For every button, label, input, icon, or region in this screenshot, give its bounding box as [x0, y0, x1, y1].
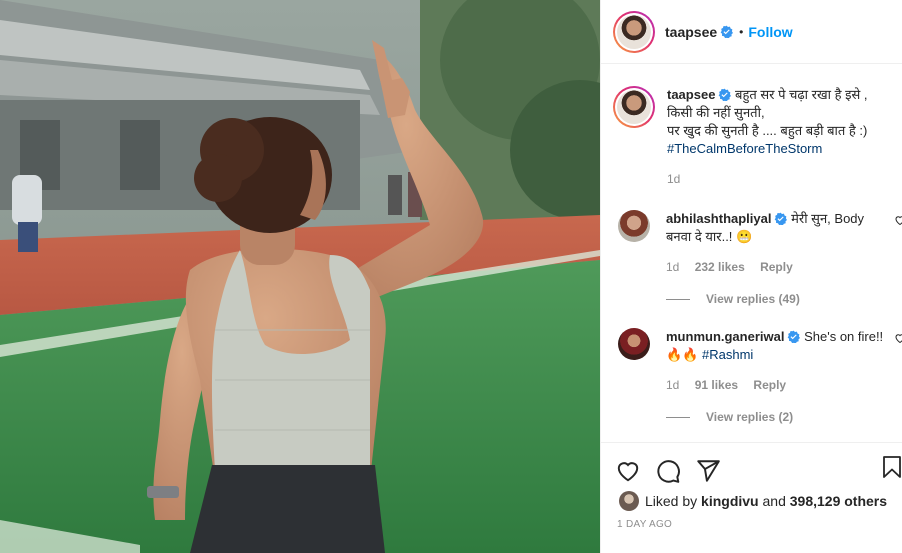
- liked-by-user[interactable]: kingdivu: [701, 493, 759, 509]
- liked-by-prefix: Liked by: [645, 493, 698, 509]
- comment-likes[interactable]: 232 likes: [695, 260, 745, 274]
- caption-text-line1: बहुत सर पे चढ़ा रखा है इसे ,: [735, 87, 868, 102]
- heart-icon[interactable]: [615, 458, 641, 484]
- caption-age: 1d: [667, 172, 681, 186]
- comment-age: 1d: [666, 378, 680, 392]
- comment-hashtag[interactable]: #Rashmi: [702, 347, 753, 362]
- comment-item: abhilashthapliyal मेरी सुन, Body बनवा दे…: [613, 210, 902, 276]
- post-date: 1 DAY AGO: [617, 519, 673, 530]
- caption-username[interactable]: taapsee: [667, 87, 715, 102]
- post-header: taapsee • Follow: [601, 0, 902, 64]
- verified-badge-icon: [788, 330, 801, 343]
- author-username[interactable]: taapsee: [665, 24, 717, 40]
- bookmark-icon[interactable]: [880, 454, 902, 480]
- view-replies-button[interactable]: View replies (49): [666, 292, 902, 306]
- verified-badge-icon: [775, 212, 788, 225]
- comments-list[interactable]: taapsee बहुत सर पे चढ़ा रखा है इसे , किस…: [601, 64, 902, 442]
- caption-hashtag[interactable]: #TheCalmBeforeTheStorm: [667, 141, 822, 156]
- follow-button[interactable]: Follow: [748, 24, 792, 40]
- replies-divider: [666, 416, 690, 418]
- separator-dot: •: [739, 24, 744, 39]
- replies-divider: [666, 298, 690, 300]
- caption-text-line3: पर खुद की सुनती है .... बहुत बड़ी बात है…: [667, 123, 868, 138]
- verified-badge-icon: [719, 88, 732, 101]
- liked-by-and: and: [762, 493, 786, 509]
- liker-avatar: [619, 491, 639, 511]
- view-replies-button[interactable]: View replies (2): [666, 410, 902, 424]
- verified-badge-icon: [720, 25, 734, 38]
- comment-avatar[interactable]: [618, 328, 650, 360]
- comment-icon[interactable]: [655, 458, 681, 484]
- paper-plane-icon[interactable]: [695, 458, 721, 484]
- caption-text-line2: किसी की नहीं सुनती,: [667, 105, 765, 120]
- post-sidebar: taapsee • Follow taapsee बहुत सर पे चढ़ा…: [600, 0, 902, 553]
- comment-age: 1d: [666, 260, 680, 274]
- comment-username[interactable]: abhilashthapliyal: [666, 211, 771, 226]
- view-replies-label: View replies (2): [706, 410, 794, 424]
- reply-button[interactable]: Reply: [760, 260, 793, 274]
- post-actions: Liked by kingdivu and 398,129 others 1 D…: [601, 442, 902, 553]
- comment-likes[interactable]: 91 likes: [695, 378, 738, 392]
- avatar[interactable]: [613, 10, 655, 53]
- heart-icon[interactable]: [894, 332, 902, 344]
- heart-icon[interactable]: [894, 214, 902, 226]
- comment-avatar[interactable]: [618, 210, 650, 242]
- comment-item: munmun.ganeriwal She's on fire!!🔥🔥 #Rash…: [613, 328, 902, 394]
- reply-button[interactable]: Reply: [753, 378, 786, 392]
- comment-username[interactable]: munmun.ganeriwal: [666, 329, 784, 344]
- view-replies-label: View replies (49): [706, 292, 800, 306]
- post-image: [0, 0, 600, 553]
- caption-avatar[interactable]: [613, 86, 655, 128]
- liked-by-others[interactable]: 398,129 others: [790, 493, 887, 509]
- caption: taapsee बहुत सर पे चढ़ा रखा है इसे , किस…: [613, 64, 902, 188]
- likes-summary[interactable]: Liked by kingdivu and 398,129 others: [601, 491, 902, 511]
- post-photo[interactable]: [0, 0, 600, 553]
